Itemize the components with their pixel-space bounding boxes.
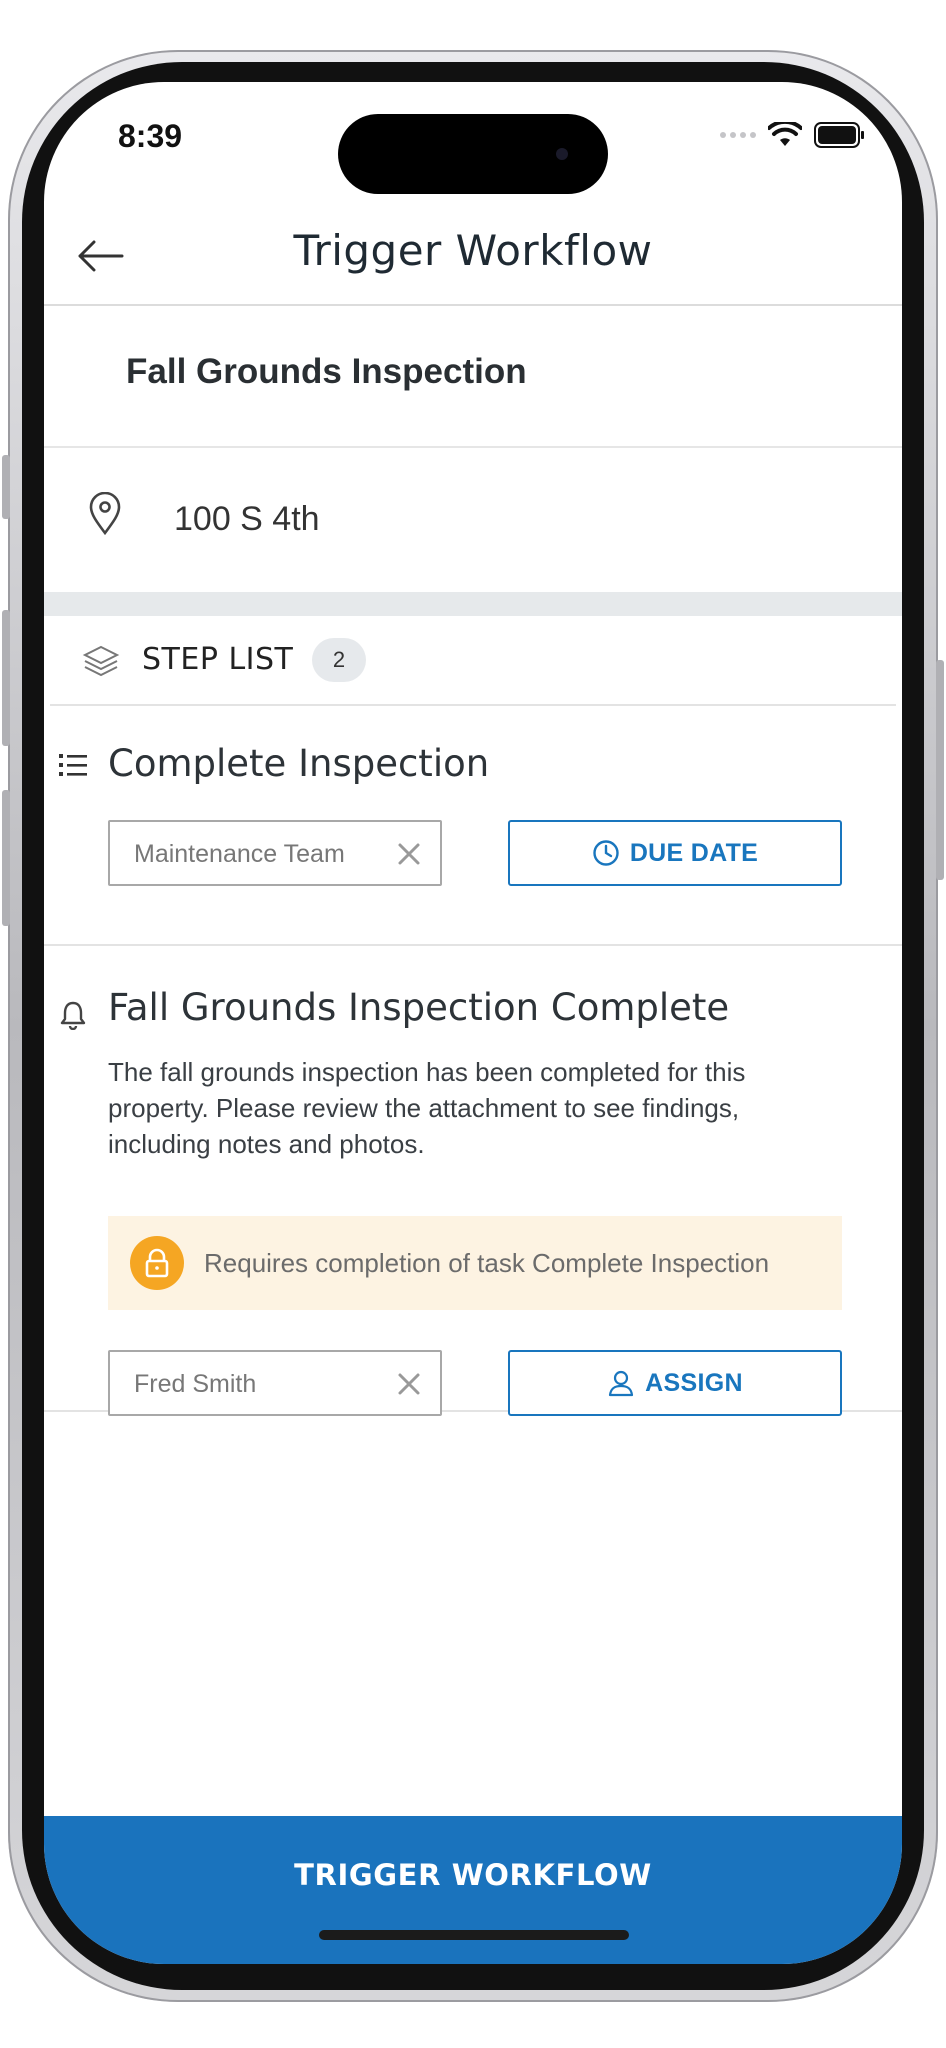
assignee-chip[interactable]: Fred Smith (108, 1350, 442, 1416)
close-icon (398, 843, 420, 865)
battery-icon (814, 122, 864, 148)
due-date-button[interactable]: DUE DATE (508, 820, 842, 886)
clear-assignee-button[interactable] (390, 1365, 428, 1403)
divider (50, 704, 896, 706)
workflow-name: Fall Grounds Inspection (126, 352, 527, 391)
volume-down-button (2, 790, 10, 926)
location-pin-icon (89, 492, 121, 536)
step-item: Fall Grounds Inspection Complete The fal… (44, 948, 902, 1416)
step-item: Complete Inspection Maintenance Team DUE… (44, 708, 902, 946)
phone-screen: 8:39 Trigger Workflow Fall Grounds Inspe… (44, 82, 902, 1964)
layers-icon (82, 645, 120, 677)
dependency-banner: Requires completion of task Complete Ins… (108, 1216, 842, 1310)
cellular-signal-icon (720, 132, 756, 138)
step-count-badge: 2 (312, 638, 366, 682)
app-header: Trigger Workflow (44, 202, 902, 306)
dependency-text: Requires completion of task Complete Ins… (204, 1247, 770, 1278)
dynamic-island (338, 114, 608, 194)
due-date-label: DUE DATE (629, 838, 759, 867)
address-row[interactable]: 100 S 4th (44, 450, 902, 590)
power-button (936, 660, 944, 880)
action-button (2, 455, 10, 519)
assignee-name: Fred Smith (134, 1370, 257, 1398)
trigger-workflow-label: TRIGGER WORKFLOW (294, 1858, 652, 1892)
assignee-name: Maintenance Team (134, 840, 345, 868)
address-text: 100 S 4th (174, 500, 320, 538)
trigger-workflow-button[interactable]: TRIGGER WORKFLOW (44, 1816, 902, 1964)
assign-label: ASSIGN (645, 1368, 743, 1397)
lock-icon (130, 1236, 184, 1290)
assignee-chip[interactable]: Maintenance Team (108, 820, 442, 886)
user-icon (609, 1370, 634, 1397)
section-divider (44, 592, 902, 616)
clock-icon (593, 840, 619, 866)
step-title: Fall Grounds Inspection Complete (108, 986, 730, 1029)
task-list-icon (59, 754, 87, 776)
assign-button[interactable]: ASSIGN (508, 1350, 842, 1416)
camera-icon (556, 148, 568, 160)
wifi-icon (768, 122, 802, 146)
close-icon (398, 1373, 420, 1395)
volume-up-button (2, 610, 10, 746)
step-list-header: STEP LIST 2 (44, 616, 902, 706)
status-time: 8:39 (118, 118, 183, 154)
page-title: Trigger Workflow (293, 226, 653, 275)
step-title: Complete Inspection (108, 742, 490, 785)
bell-icon (60, 1001, 86, 1030)
step-list-label: STEP LIST (142, 642, 294, 677)
home-indicator (319, 1930, 629, 1940)
workflow-name-row: Fall Grounds Inspection (44, 308, 902, 448)
clear-assignee-button[interactable] (390, 835, 428, 873)
status-icons (720, 122, 866, 148)
step-description: The fall grounds inspection has been com… (108, 1057, 746, 1159)
